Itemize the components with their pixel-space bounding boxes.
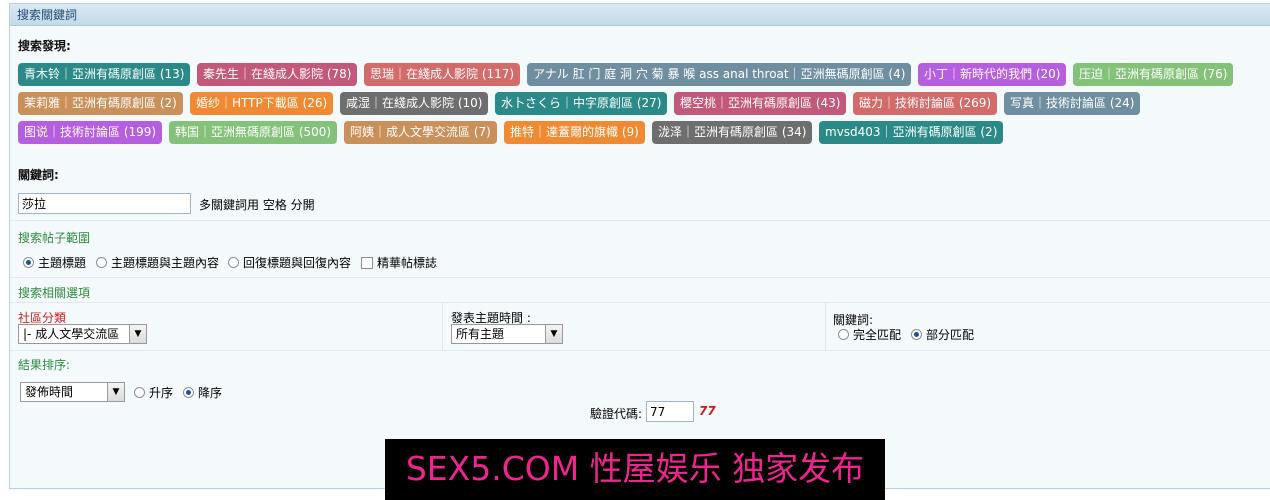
panel-title: 搜索關鍵詞 <box>17 8 78 22</box>
captcha-label: 驗證代碼: <box>590 407 643 421</box>
divider <box>10 302 1270 303</box>
time-select[interactable]: 所有主題 ▼ <box>451 324 563 344</box>
discover-tag[interactable]: 樱空桃｜亞洲有碼原創區 (43) <box>674 92 847 115</box>
digest-checkbox[interactable]: 精華帖標誌 <box>361 254 437 271</box>
scope-option-label: 主題標題 <box>38 256 87 270</box>
discover-tag[interactable]: アナル 肛 门 庭 洞 穴 菊 暴 喉 ass anal throat｜亞洲無碼… <box>527 63 912 86</box>
radio-icon[interactable] <box>838 329 849 340</box>
radio-icon[interactable] <box>183 387 194 398</box>
column-divider <box>825 302 826 350</box>
sort-order-asc[interactable]: 升序 <box>134 384 173 401</box>
panel-header: 搜索關鍵詞 <box>10 4 1270 26</box>
discover-tag[interactable]: 秦先生｜在綫成人影院 (78) <box>197 63 358 86</box>
divider <box>10 277 1270 278</box>
sort-title: 結果排序: <box>18 358 71 372</box>
scope-option-reply[interactable]: 回復標題與回復內容 <box>228 254 351 271</box>
sort-field-select[interactable]: 發佈時間 ▼ <box>20 382 125 402</box>
match-option-label: 部分匹配 <box>926 328 975 342</box>
radio-icon[interactable] <box>228 257 239 268</box>
discover-tag[interactable]: 茉莉雅｜亞洲有碼原創區 (2) <box>18 92 183 115</box>
captcha-input[interactable] <box>646 401 694 422</box>
discover-tag[interactable]: 写真｜技術討論區 (24) <box>1004 92 1141 115</box>
discover-tag[interactable]: 压迫｜亞洲有碼原創區 (76) <box>1073 63 1234 86</box>
keyword-label: 關鍵詞: <box>18 168 59 182</box>
sort-field-value: 發佈時間 <box>25 385 74 399</box>
discover-tag[interactable]: 阿姨｜成人文學交流區 (7) <box>344 121 497 144</box>
scope-option-label: 主題標題與主題內容 <box>111 256 220 270</box>
scope-option-title-content[interactable]: 主題標題與主題內容 <box>96 254 219 271</box>
discover-tag[interactable]: 思瑞｜在綫成人影院 (117) <box>364 63 521 86</box>
discover-tag[interactable]: 婚纱｜HTTP下載區 (26) <box>190 92 334 115</box>
discover-tag[interactable]: 图说｜技術討論區 (199) <box>18 121 163 144</box>
discover-tag[interactable]: 推特｜達蓋爾的旗幟 (9) <box>504 121 645 144</box>
watermark-banner: SEX5.COM 性屋娱乐 独家发布 <box>385 439 885 500</box>
match-option-label: 完全匹配 <box>853 328 902 342</box>
discover-tag[interactable]: 咸湿｜在綫成人影院 (10) <box>340 92 489 115</box>
discover-tag[interactable]: 磁力｜技術討論區 (269) <box>853 92 998 115</box>
sort-order-label: 降序 <box>198 386 223 400</box>
radio-icon[interactable] <box>23 257 34 268</box>
chevron-down-icon[interactable]: ▼ <box>129 325 146 343</box>
divider <box>10 220 1270 221</box>
sort-order-label: 升序 <box>149 386 174 400</box>
discover-tag[interactable]: 韩国｜亞洲無碼原創區 (500) <box>169 121 338 144</box>
discover-tag[interactable]: 小丁｜新時代的我們 (20) <box>918 63 1067 86</box>
discover-tag[interactable]: 泷泽｜亞洲有碼原創區 (34) <box>652 121 813 144</box>
chevron-down-icon[interactable]: ▼ <box>545 325 562 343</box>
discover-tag[interactable]: mvsd403｜亞洲有碼原創區 (2) <box>819 121 1004 144</box>
checkbox-icon[interactable] <box>361 257 373 269</box>
radio-icon[interactable] <box>96 257 107 268</box>
radio-icon[interactable] <box>134 387 145 398</box>
discover-tag[interactable]: 青木铃｜亞洲有碼原創區 (13) <box>18 63 191 86</box>
discover-tag[interactable]: 水卜さくら｜中字原創區 (27) <box>495 92 668 115</box>
forum-select[interactable]: |- 成人文學交流區 ▼ <box>18 324 147 344</box>
discover-label: 搜索發現: <box>18 39 71 53</box>
captcha-code: 77 <box>699 404 716 418</box>
column-divider <box>442 302 443 350</box>
divider <box>10 350 1270 351</box>
match-option-exact[interactable]: 完全匹配 <box>838 326 901 343</box>
search-panel: 搜索關鍵詞 搜索發現: 青木铃｜亞洲有碼原創區 (13) 秦先生｜在綫成人影院 (… <box>9 3 1270 489</box>
sort-order-desc[interactable]: 降序 <box>183 384 222 401</box>
forum-select-value: |- 成人文學交流區 <box>23 327 120 341</box>
keyword-input[interactable] <box>18 193 191 214</box>
keyword-hint: 多關鍵詞用 空格 分開 <box>199 198 315 212</box>
scope-option-title[interactable]: 主題標題 <box>23 254 86 271</box>
scope-title: 搜索帖子範圍 <box>18 231 91 245</box>
related-title: 搜索相關選項 <box>18 286 91 300</box>
match-option-partial[interactable]: 部分匹配 <box>911 326 974 343</box>
radio-icon[interactable] <box>911 329 922 340</box>
time-select-value: 所有主題 <box>456 327 505 341</box>
chevron-down-icon[interactable]: ▼ <box>107 383 124 401</box>
digest-checkbox-label: 精華帖標誌 <box>377 256 438 270</box>
scope-option-label: 回復標題與回復內容 <box>243 256 352 270</box>
